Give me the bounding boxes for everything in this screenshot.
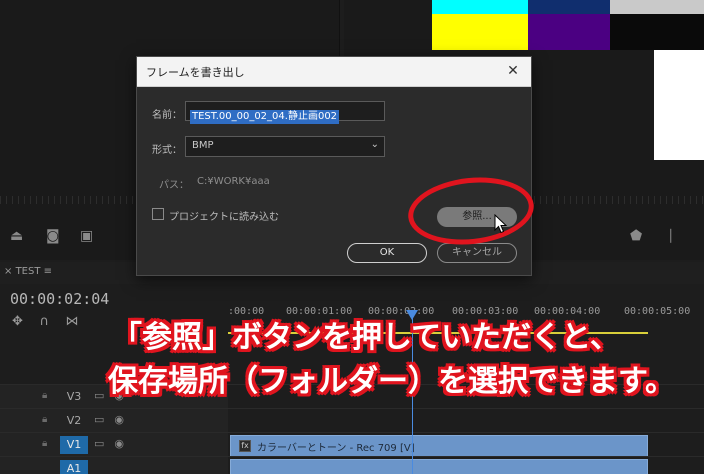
color-bar-black xyxy=(610,14,704,50)
caption-line-2: 保存場所（フォルダー）を選択できます。 xyxy=(108,364,675,399)
overwrite-icon[interactable]: ▣ xyxy=(80,228,93,244)
marker-icon[interactable]: ⬟ xyxy=(630,228,642,244)
lock-icon[interactable]: 🔒︎ xyxy=(42,414,47,425)
dialog-title: フレームを書き出し xyxy=(146,66,245,79)
camera-icon[interactable]: ◙ xyxy=(46,228,60,244)
color-bar-cyan xyxy=(432,0,528,14)
format-label: 形式： xyxy=(152,145,182,156)
caption-line-1: 「参照」ボタンを押していただくと、 xyxy=(112,320,620,355)
track-a1: A1 xyxy=(0,456,704,474)
dialog-titlebar[interactable]: フレームを書き出し ✕ xyxy=(137,57,531,87)
track-name[interactable]: V1 xyxy=(60,436,88,454)
sequence-tab[interactable]: × TEST ≡ xyxy=(4,266,52,277)
track-name[interactable]: A1 xyxy=(60,460,88,474)
menu-icon[interactable]: ≡ xyxy=(40,266,52,277)
color-bar-yellow xyxy=(432,14,528,50)
clip-audio[interactable] xyxy=(230,459,648,474)
color-bar-gray xyxy=(610,0,704,14)
track-toggle-icons[interactable]: ▭◉ xyxy=(94,413,134,426)
timeline-tools: ✥ ∩ ⋈ xyxy=(12,314,78,329)
snap-icon[interactable]: ✥ xyxy=(12,314,23,329)
format-value: BMP xyxy=(192,140,214,151)
close-icon[interactable]: × xyxy=(4,266,16,277)
mouse-cursor-icon xyxy=(494,214,508,234)
name-value: TEST.00_00_02_04.静止画002 xyxy=(190,110,340,124)
track-name[interactable]: V2 xyxy=(60,412,88,430)
fx-icon: fx xyxy=(239,440,251,452)
magnet-icon[interactable]: ∩ xyxy=(39,314,49,329)
path-label: パス： xyxy=(159,180,189,191)
import-label[interactable]: プロジェクトに読み込む xyxy=(169,208,279,223)
track-v2: 🔒︎ V2 ▭◉ xyxy=(0,408,704,433)
cancel-button[interactable]: キャンセル xyxy=(437,243,517,263)
sequence-tab-label: TEST xyxy=(15,266,41,277)
track-v1: 🔒︎ V1 ▭◉ fx カラーバーとトーン - Rec 709 [V] xyxy=(0,432,704,457)
color-bar-purple xyxy=(528,14,610,50)
color-bar-navy xyxy=(528,0,610,14)
export-frame-icon[interactable]: ⏏ xyxy=(10,228,23,244)
ok-button[interactable]: OK xyxy=(347,243,427,263)
color-bar-white xyxy=(654,50,704,160)
close-icon[interactable]: ✕ xyxy=(503,61,523,81)
clip-color-bars[interactable]: fx カラーバーとトーン - Rec 709 [V] xyxy=(230,435,648,457)
name-field[interactable]: TEST.00_00_02_04.静止画002 xyxy=(185,101,385,124)
linked-icon[interactable]: ⋈ xyxy=(65,314,78,329)
track-header: 🔒︎ V1 ▭◉ xyxy=(0,433,228,457)
timecode[interactable]: 00:00:02:04 xyxy=(10,290,109,308)
path-value: C:¥WORK¥aaa xyxy=(197,176,270,187)
track-header: A1 xyxy=(0,457,228,474)
premiere-screen: ⏏ ◙ ▣ ⬟ ⎸ × TEST ≡ 00:00:02:04 ✥ ∩ ⋈ :00… xyxy=(0,0,704,474)
import-checkbox[interactable] xyxy=(152,208,164,220)
ruler-label: 00:00:05:00 xyxy=(624,306,691,317)
chevron-down-icon: ⌄ xyxy=(370,139,379,150)
track-toggle-icons[interactable]: ▭◉ xyxy=(94,437,134,450)
track-name[interactable]: V3 xyxy=(60,388,88,406)
clip-label: カラーバーとトーン - Rec 709 [V] xyxy=(257,443,415,454)
in-point-icon[interactable]: ⎸ xyxy=(670,228,684,244)
lock-icon[interactable]: 🔒︎ xyxy=(42,390,47,401)
name-label: 名前： xyxy=(152,110,182,121)
lock-icon[interactable]: 🔒︎ xyxy=(42,438,47,449)
track-header: 🔒︎ V2 ▭◉ xyxy=(0,409,228,433)
format-select[interactable]: BMP ⌄ xyxy=(185,136,385,157)
